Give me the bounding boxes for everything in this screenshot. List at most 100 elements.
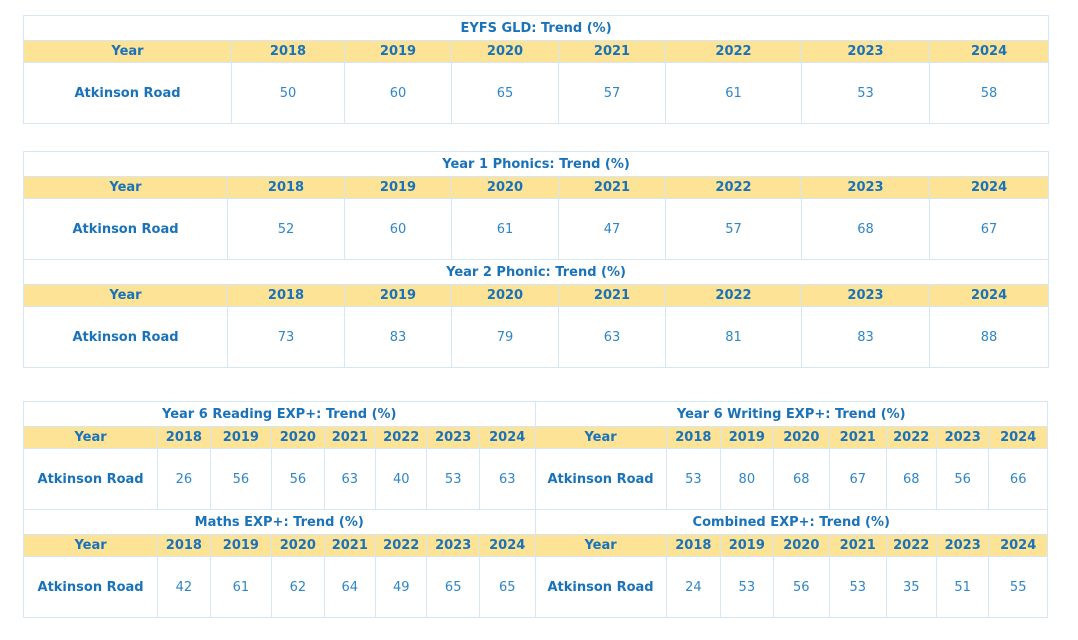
table-title: Year 6 Reading EXP+: Trend (%)	[23, 401, 536, 427]
year-cell: 2022	[375, 534, 428, 557]
value-cell: 53	[665, 448, 722, 510]
year-cell: 2021	[558, 40, 666, 63]
year-cell: 2023	[801, 40, 930, 63]
ks2-trend-table: Year 6 Reading EXP+: Trend (%) Year 6 Wr…	[22, 401, 1048, 618]
year-cell: 2022	[665, 40, 802, 63]
value-cell: 56	[935, 448, 990, 510]
year-cell: 2022	[885, 426, 937, 449]
year-cell: 2020	[451, 176, 559, 199]
year-cell: 2024	[478, 426, 536, 449]
school-name: Atkinson Road	[23, 198, 228, 260]
year-cell: 2021	[829, 534, 887, 557]
value-cell: 61	[451, 198, 559, 260]
table-title: Maths EXP+: Trend (%)	[23, 509, 536, 535]
value-cell: 62	[271, 556, 325, 618]
year-cell: 2024	[928, 40, 1050, 63]
year-cell: 2020	[271, 534, 325, 557]
value-cell: 42	[157, 556, 211, 618]
value-cell: 63	[323, 448, 377, 510]
year-cell: 2024	[928, 284, 1050, 307]
year-cell: 2019	[344, 176, 452, 199]
header-row: Year 2018 2019 2020 2021 2022 2023 2024 …	[22, 426, 1048, 449]
value-cell: 83	[344, 306, 452, 368]
year-cell: 2020	[451, 40, 559, 63]
value-cell: 73	[227, 306, 345, 368]
table-title: Year 1 Phonics: Trend (%)	[22, 151, 1050, 177]
table-row: Atkinson Road 50 60 65 57 61 53 58	[23, 62, 1050, 124]
year-header: Year	[534, 534, 667, 557]
year-cell: 2020	[772, 534, 831, 557]
year-cell: 2019	[209, 426, 273, 449]
value-cell: 67	[829, 448, 887, 510]
year-cell: 2019	[720, 534, 774, 557]
year-cell: 2024	[478, 534, 536, 557]
value-cell: 65	[426, 556, 480, 618]
value-cell: 26	[157, 448, 211, 510]
value-cell: 57	[558, 62, 666, 124]
value-cell: 51	[935, 556, 990, 618]
value-cell: 47	[558, 198, 666, 260]
value-cell: 61	[665, 62, 802, 124]
year-cell: 2018	[227, 176, 345, 199]
value-cell: 60	[344, 62, 452, 124]
eyfs-gld-trend-table: EYFS GLD: Trend (%) Year 2018 2019 2020 …	[22, 15, 1050, 124]
value-cell: 53	[829, 556, 887, 618]
phonics-trend-table: Year 1 Phonics: Trend (%) Year 2018 2019…	[22, 151, 1050, 368]
value-cell: 24	[665, 556, 722, 618]
year-cell: 2024	[928, 176, 1050, 199]
value-cell: 67	[928, 198, 1050, 260]
value-cell: 56	[271, 448, 325, 510]
year-cell: 2022	[885, 534, 937, 557]
value-cell: 68	[801, 198, 930, 260]
value-cell: 80	[720, 448, 774, 510]
year-cell: 2023	[801, 284, 930, 307]
year-cell: 2018	[231, 40, 345, 63]
school-name: Atkinson Road	[23, 306, 228, 368]
year-cell: 2018	[227, 284, 345, 307]
value-cell: 68	[885, 448, 937, 510]
year-header: Year	[23, 284, 228, 307]
value-cell: 65	[451, 62, 559, 124]
school-name: Atkinson Road	[22, 556, 159, 618]
year-cell: 2023	[935, 426, 990, 449]
year-cell: 2024	[988, 426, 1048, 449]
header-row: Year 2018 2019 2020 2021 2022 2023 2024	[23, 40, 1050, 63]
value-cell: 35	[885, 556, 937, 618]
year-header: Year	[23, 176, 228, 199]
year-header: Year	[23, 40, 232, 63]
year-cell: 2020	[451, 284, 559, 307]
year-cell: 2021	[323, 534, 377, 557]
school-name: Atkinson Road	[534, 448, 667, 510]
table-row: Atkinson Road 73 83 79 63 81 83 88	[23, 306, 1050, 368]
value-cell: 40	[375, 448, 428, 510]
year-cell: 2018	[665, 534, 722, 557]
year-cell: 2021	[558, 176, 666, 199]
year-cell: 2023	[801, 176, 930, 199]
value-cell: 66	[988, 448, 1048, 510]
value-cell: 49	[375, 556, 428, 618]
year-cell: 2021	[323, 426, 377, 449]
year-cell: 2021	[558, 284, 666, 307]
table-row: Atkinson Road 42 61 62 64 49 65 65 Atkin…	[22, 556, 1048, 618]
value-cell: 68	[772, 448, 831, 510]
value-cell: 61	[209, 556, 273, 618]
value-cell: 81	[665, 306, 802, 368]
year-cell: 2019	[720, 426, 774, 449]
value-cell: 63	[558, 306, 666, 368]
value-cell: 57	[665, 198, 802, 260]
year-cell: 2020	[271, 426, 325, 449]
table-title: Year 2 Phonic: Trend (%)	[22, 259, 1050, 285]
school-name: Atkinson Road	[534, 556, 667, 618]
value-cell: 53	[426, 448, 480, 510]
year-cell: 2023	[426, 534, 480, 557]
year-header: Year	[22, 534, 159, 557]
value-cell: 55	[988, 556, 1048, 618]
value-cell: 50	[231, 62, 345, 124]
year-cell: 2019	[344, 40, 452, 63]
year-cell: 2018	[157, 534, 211, 557]
year-cell: 2022	[665, 176, 802, 199]
value-cell: 65	[478, 556, 536, 618]
value-cell: 58	[928, 62, 1050, 124]
year-cell: 2019	[344, 284, 452, 307]
school-name: Atkinson Road	[23, 62, 232, 124]
